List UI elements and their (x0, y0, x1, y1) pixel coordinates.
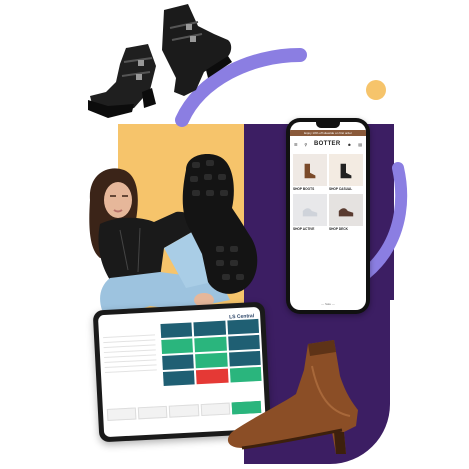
category-label: SHOP CASUAL (329, 186, 363, 192)
phone-navbar: ☰ ⚲ BOTTER ☻ ▤ (290, 138, 366, 150)
black-boots-image (88, 4, 232, 118)
pos-key[interactable] (162, 354, 195, 370)
category-tile-casual[interactable]: SHOP CASUAL (329, 154, 363, 192)
phone-screen: Enjoy 10% off sitewide on first order ☰ … (290, 122, 366, 310)
brown-boot-icon (304, 163, 316, 179)
pos-key[interactable] (227, 318, 260, 335)
search-icon[interactable]: ⚲ (304, 142, 307, 147)
category-tile-boots[interactable]: SHOP BOOTS (293, 154, 327, 192)
hero-illustration: Enjoy 10% off sitewide on first order ☰ … (0, 0, 469, 469)
category-tile-active[interactable]: SHOP ACTIVE (293, 194, 327, 232)
category-label: SHOP BOOTS (293, 186, 327, 192)
pos-action-button[interactable] (169, 404, 199, 418)
category-label: SHOP DECK (329, 226, 363, 232)
menu-icon[interactable]: ☰ (294, 142, 298, 147)
brown-ankle-boot-image (227, 340, 358, 454)
black-boot-icon (340, 163, 352, 179)
sneaker-icon (302, 208, 318, 217)
order-lines (102, 330, 159, 403)
phone-notch (316, 122, 340, 128)
category-tile-deck[interactable]: SHOP DECK (329, 194, 363, 232)
profile-icon[interactable]: ☻ (347, 142, 351, 147)
pos-key[interactable] (160, 322, 193, 339)
store-brand[interactable]: BOTTER (314, 141, 340, 147)
boot-sole-image (182, 154, 258, 294)
smartphone-mockup: Enjoy 10% off sitewide on first order ☰ … (286, 118, 370, 314)
phone-footer: — Sale — (321, 302, 335, 306)
promo-banner: Enjoy 10% off sitewide on first order (290, 130, 366, 136)
bag-icon[interactable]: ▤ (358, 142, 362, 147)
pos-action-button[interactable] (137, 405, 168, 420)
pos-action-button[interactable] (106, 407, 137, 421)
pos-key[interactable] (162, 370, 195, 386)
pos-key[interactable] (193, 320, 226, 337)
category-label: SHOP ACTIVE (293, 226, 327, 232)
pos-key[interactable] (161, 338, 194, 355)
loafer-icon (338, 208, 354, 217)
category-grid: SHOP BOOTS SHOP CASUAL SHOP ACTIVE SHOP … (293, 154, 363, 232)
